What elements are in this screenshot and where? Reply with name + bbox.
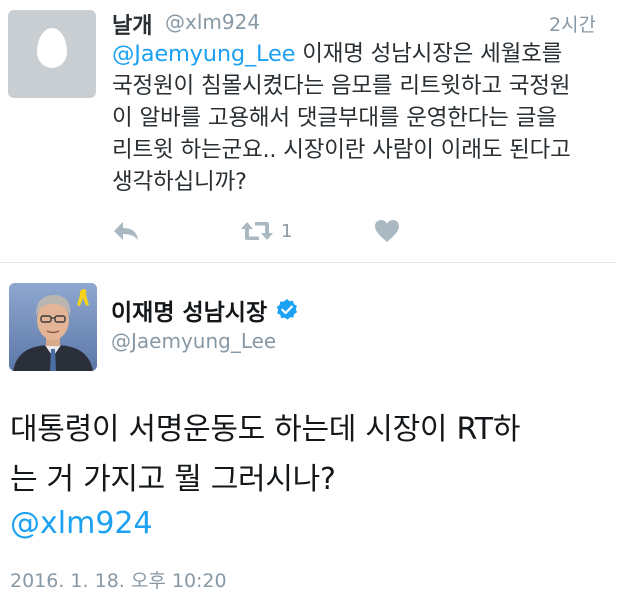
reply-text-line-5: 생각하십니까? [112,169,247,195]
reply-author-name[interactable]: 날개 [112,8,152,40]
main-author-name[interactable]: 이재명 성남시장 [111,293,267,327]
main-tweet: 이재명 성남시장 @Jaemyung_Lee 대통령이 서명운동도 하는데 시장… [0,263,617,598]
reply-text-line-1: @Jaemyung_Lee 이재명 성남시장은 세월호를 [112,38,612,70]
reply-text-line-4: 리트윗 하는군요.. 시장이란 사람이 이래도 된다고 [112,137,571,163]
main-mention-link[interactable]: @xlm924 [10,506,153,541]
profile-photo-avatar[interactable] [9,283,97,371]
reply-tweet-actions: 1 [112,216,532,246]
main-text-line-1: 대통령이 서명운동도 하는데 시장이 RT하 [10,412,521,447]
egg-shape [37,28,67,68]
main-author-handle[interactable]: @Jaemyung_Lee [111,329,276,353]
reply-text-line-2: 국정원이 침몰시켰다는 음모를 리트윗하고 국정원 [112,73,571,99]
like-button[interactable] [374,216,400,246]
reply-text-line-3: 이 알바를 고용해서 댓글부대를 운영한다는 글을 [112,105,557,131]
main-tweet-text: 대통령이 서명운동도 하는데 시장이 RT하 는 거 가지고 뭘 그러시나? [10,405,610,505]
heart-icon [375,220,399,242]
retweet-icon [241,222,273,240]
reply-mention-link[interactable]: @Jaemyung_Lee [112,41,295,67]
verified-badge-icon [276,299,298,320]
reply-tweet-header: 날개 @xlm924 2시간 [112,6,602,39]
reply-arrow-icon [114,222,138,240]
reply-timestamp[interactable]: 2시간 [549,10,596,37]
profile-photo [9,283,97,371]
reply-author-handle[interactable]: @xlm924 [165,10,260,34]
default-egg-avatar-icon[interactable] [8,10,96,98]
reply-tweet-text: @Jaemyung_Lee 이재명 성남시장은 세월호를 국정원이 침몰시켰다는… [112,38,612,198]
reply-text-line-1-rest: 이재명 성남시장은 세월호를 [295,41,563,67]
main-author-row: 이재명 성남시장 [111,294,299,326]
main-tweet-date[interactable]: 2016. 1. 18. 오후 10:20 [10,566,227,593]
retweet-button[interactable]: 1 [239,216,292,246]
retweet-count: 1 [281,220,293,242]
reply-tweet[interactable]: 날개 @xlm924 2시간 @Jaemyung_Lee 이재명 성남시장은 세… [0,0,617,262]
main-text-line-2: 는 거 가지고 뭘 그러시나? [10,462,336,497]
reply-button[interactable] [112,216,140,246]
